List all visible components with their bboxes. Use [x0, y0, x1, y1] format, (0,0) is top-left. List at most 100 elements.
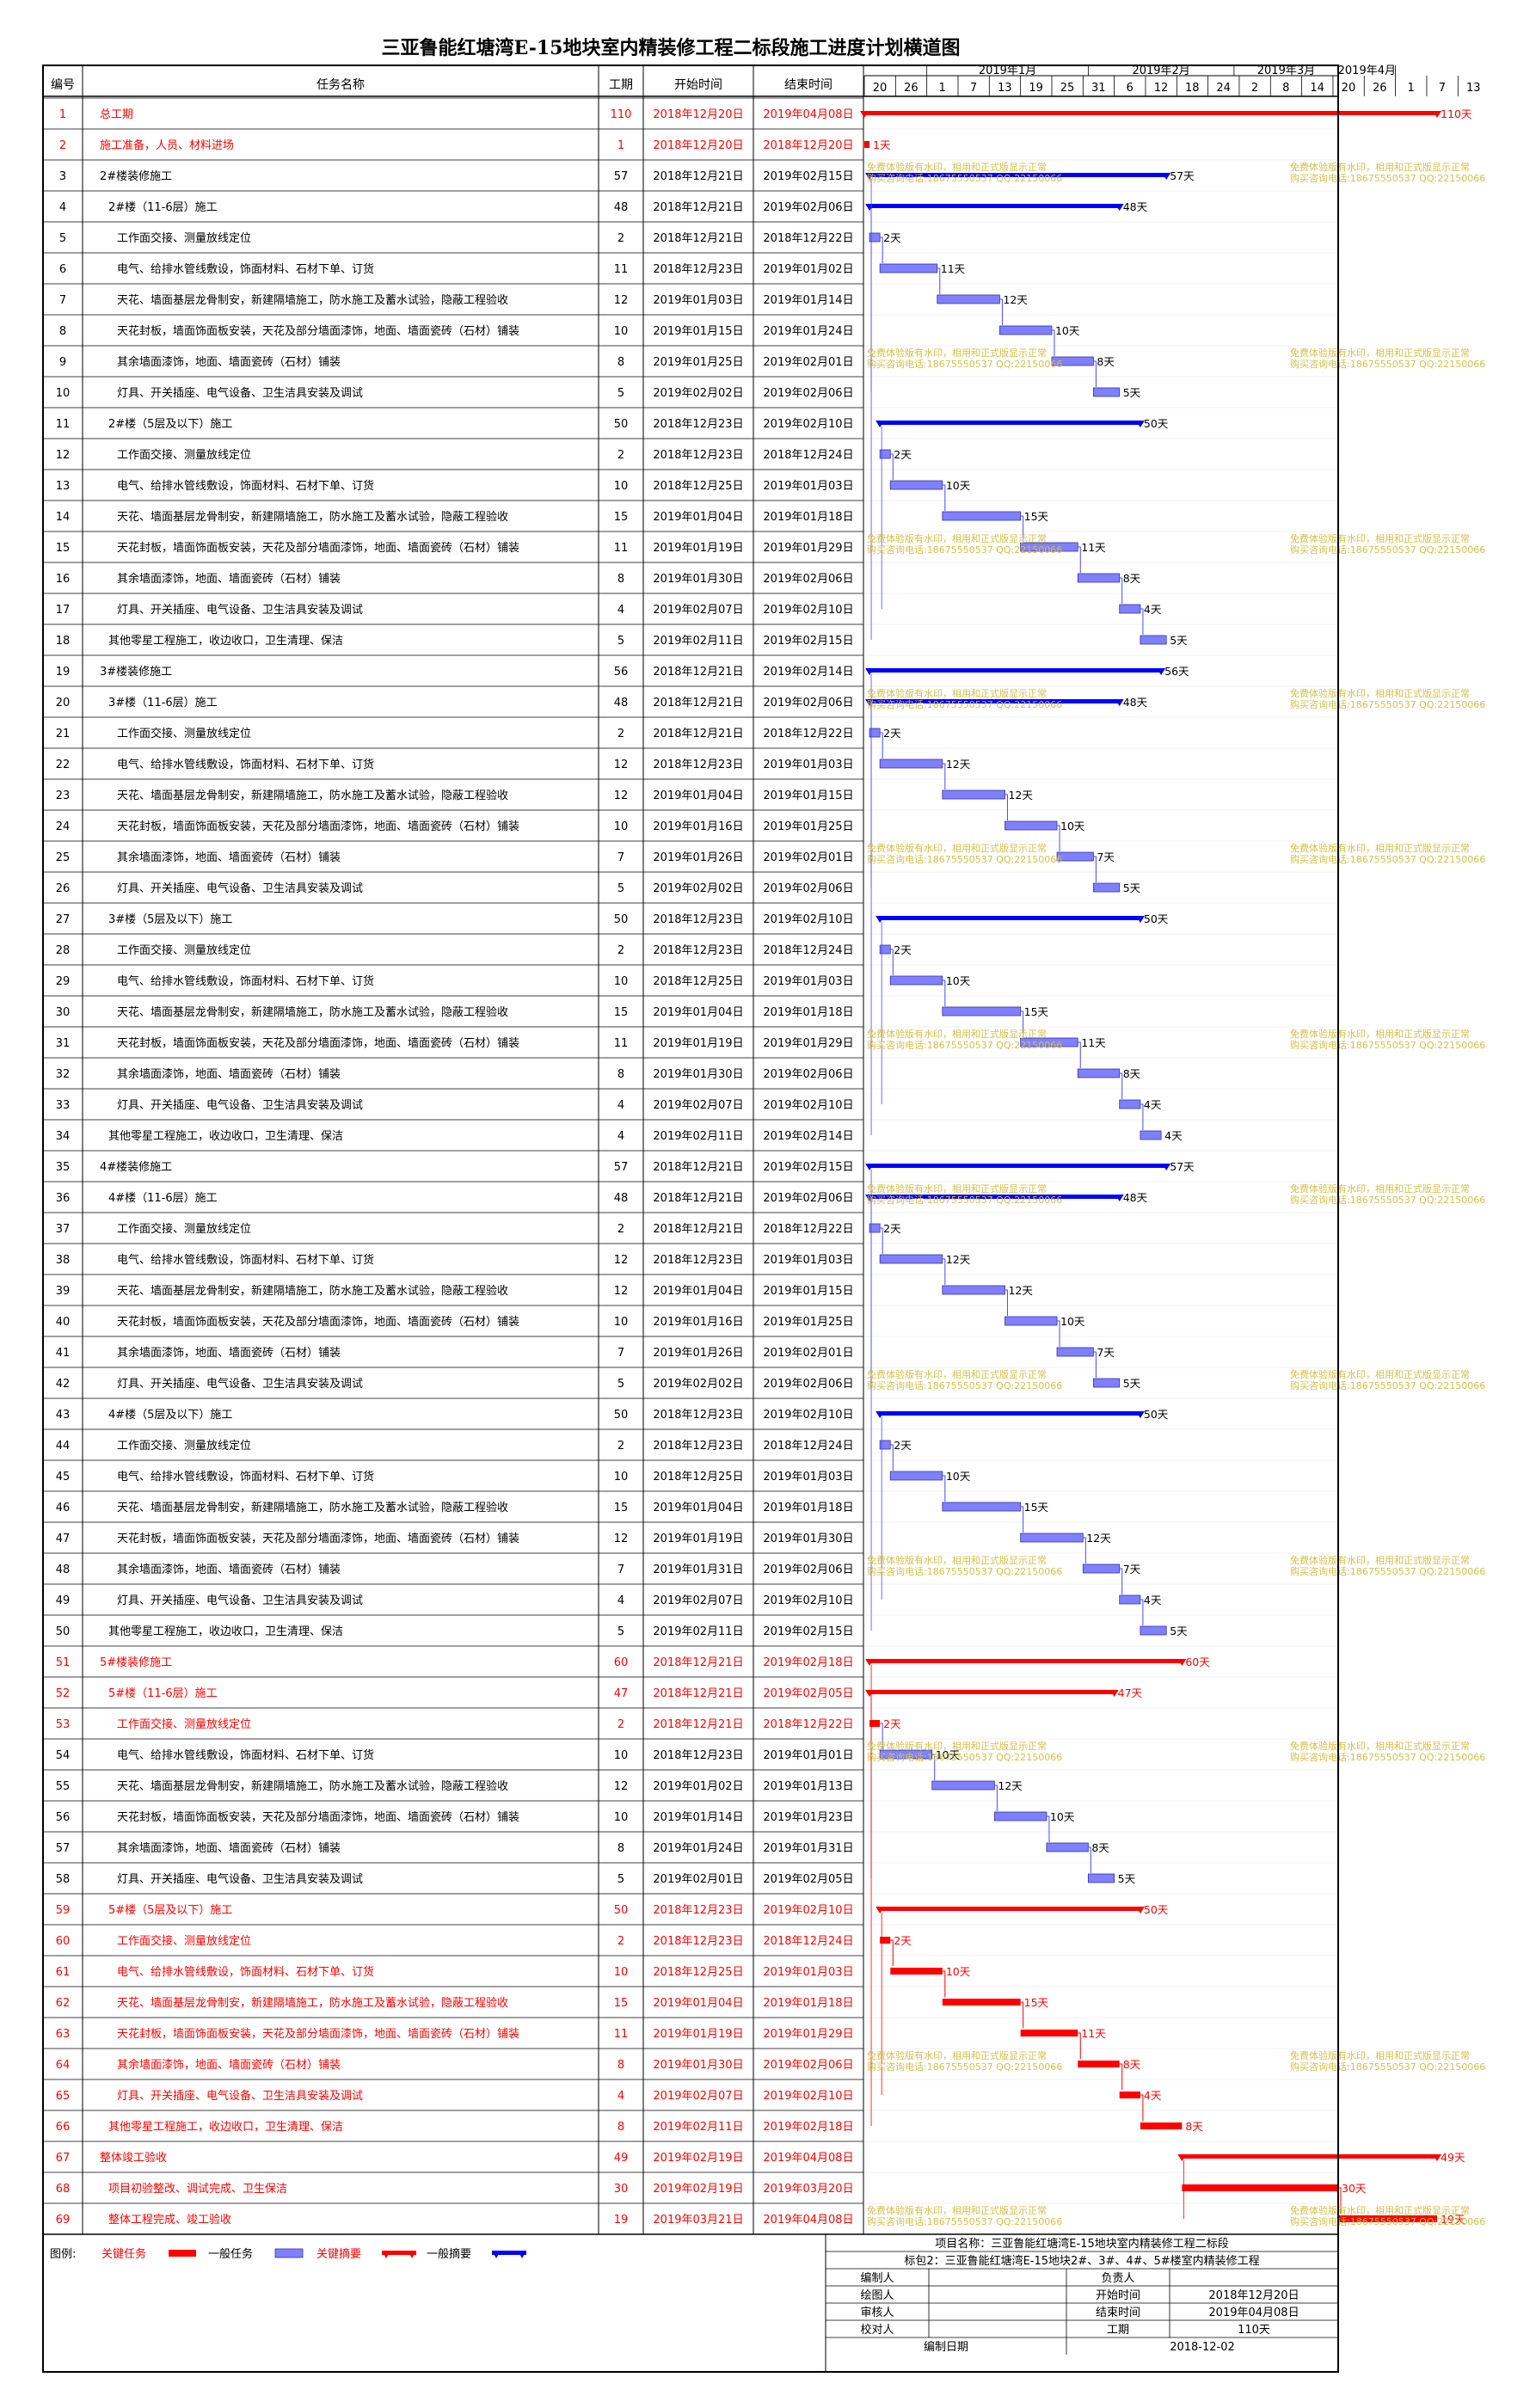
row-name: 工作面交接、测量放线定位	[117, 1222, 251, 1236]
gantt-summary-bar	[869, 668, 1162, 673]
row-name: 天花、墙面基层龙骨制安，新建隔墙施工，防水施工及蓄水试验，隐蔽工程验收	[117, 1996, 508, 2010]
gantt-task-bar	[1046, 1842, 1089, 1852]
dependency-link	[942, 484, 946, 511]
row-id: 68	[56, 2183, 71, 2196]
bar-duration-label: 5天	[1123, 882, 1141, 894]
timeline-tick-label: 25	[1060, 82, 1075, 95]
row-end: 2019年01月03日	[763, 975, 853, 988]
row-id: 26	[56, 882, 71, 895]
legend-key-summary-label: 关键摘要	[316, 2247, 361, 2261]
header-end: 结束时间	[784, 78, 833, 92]
row-id: 19	[56, 666, 71, 679]
row-start: 2019年01月02日	[653, 1780, 743, 1793]
row-name: 天花封板，墙面饰面板安装，天花及部分墙面漆饰，地面、墙面瓷砖（石材）铺装	[117, 820, 519, 833]
row-end: 2019年01月18日	[763, 1502, 853, 1514]
row-start: 2018年12月25日	[653, 480, 743, 493]
row-id: 36	[56, 1192, 71, 1205]
bar-duration-label: 5天	[1123, 386, 1141, 399]
row-end: 2019年01月13日	[763, 1780, 853, 1793]
watermark-text: 免费体验版有水印，相用和正式版显示正常	[867, 2049, 1047, 2061]
row-id: 1	[59, 108, 66, 121]
gantt-task-bar	[931, 1780, 995, 1791]
watermark-text: 免费体验版有水印，相用和正式版显示正常	[867, 1182, 1047, 1195]
legend-prefix: 图例:	[50, 2248, 76, 2261]
row-duration: 10	[614, 1811, 629, 1824]
bar-duration-label: 5天	[1170, 634, 1188, 647]
row-end: 2019年01月24日	[763, 325, 853, 338]
bar-duration-label: 11天	[1081, 1036, 1106, 1049]
bar-duration-label: 15天	[1024, 1005, 1049, 1018]
header-name: 任务名称	[316, 78, 365, 92]
row-end: 2019年02月15日	[763, 170, 853, 183]
info-project-line2: 标包2：三亚鲁能红塘湾E-15地块2#、3#、4#、5#楼室内精装修工程	[904, 2254, 1259, 2268]
row-duration: 2	[617, 232, 624, 245]
row-start: 2018年12月21日	[653, 1161, 743, 1174]
dependency-link	[994, 1784, 998, 1811]
bar-duration-label: 10天	[946, 1965, 971, 1978]
row-duration: 5	[617, 635, 624, 648]
row-end: 2019年02月10日	[763, 1409, 853, 1422]
gantt-key-task-bar	[1119, 2092, 1140, 2098]
row-name: 电气、给排水管线敷设，饰面材料、石材下单、订货	[117, 974, 374, 988]
row-end: 2019年02月10日	[763, 604, 853, 617]
watermark-text: 购买咨询电话:18675550537 QQ:22150066	[867, 853, 1062, 865]
row-end: 2019年01月15日	[763, 1285, 853, 1298]
watermark-text: 购买咨询电话:18675550537 QQ:22150066	[1290, 1751, 1485, 1763]
row-name: 灯具、开关插座、电气设备、卫生洁具安装及调试	[117, 2089, 363, 2103]
row-duration: 10	[614, 1966, 629, 1979]
row-start: 2019年01月24日	[653, 1842, 743, 1855]
row-name: 3#楼（5层及以下）施工	[108, 913, 232, 926]
row-duration: 10	[614, 975, 629, 988]
row-id: 62	[56, 1997, 71, 2010]
row-duration: 2	[617, 449, 624, 462]
row-end: 2019年02月05日	[763, 1873, 853, 1886]
row-duration: 8	[617, 2059, 624, 2072]
row-end: 2018年12月22日	[763, 728, 853, 740]
row-end: 2019年01月02日	[763, 263, 853, 276]
row-id: 38	[56, 1254, 71, 1267]
row-id: 32	[56, 1068, 71, 1081]
watermark-text: 免费体验版有水印，相用和正式版显示正常	[867, 1554, 1047, 1566]
row-duration: 4	[617, 2090, 624, 2103]
row-name: 其他零星工程施工，收边收口，卫生清理、保洁	[108, 2121, 343, 2134]
dependency-link	[999, 298, 1003, 325]
watermark-text: 免费体验版有水印，相用和正式版显示正常	[1290, 1740, 1470, 1752]
gantt-key-task-bar	[1020, 2030, 1078, 2036]
row-duration: 2	[617, 1440, 624, 1453]
row-duration: 10	[614, 820, 629, 833]
gantt-task-bar	[999, 325, 1053, 335]
row-duration: 7	[617, 1347, 624, 1360]
dependency-link	[1005, 794, 1008, 820]
bar-duration-label: 57天	[1170, 1160, 1195, 1173]
row-duration: 15	[614, 1502, 629, 1514]
row-duration: 4	[617, 1130, 624, 1143]
bar-duration-label: 1天	[873, 138, 891, 151]
row-id: 35	[56, 1161, 71, 1174]
row-start: 2019年01月26日	[653, 851, 743, 864]
row-name: 灯具、开关插座、电气设备、卫生洁具安装及调试	[117, 1594, 363, 1607]
gantt-summary-bar	[869, 204, 1120, 208]
row-id: 10	[56, 387, 71, 400]
bar-duration-label: 60天	[1185, 1656, 1210, 1668]
row-name: 其他零星工程施工，收边收口，卫生清理、保洁	[108, 1625, 343, 1638]
gantt-task-bar	[1082, 1563, 1121, 1574]
row-name: 2#楼（11-6层）施工	[108, 201, 218, 214]
bar-duration-label: 15天	[1024, 1501, 1049, 1514]
bar-duration-label: 2天	[883, 727, 901, 740]
gantt-key-task-bar	[1140, 2122, 1183, 2129]
row-name: 电气、给排水管线敷设，饰面材料、石材下单、订货	[117, 1253, 374, 1267]
info-label: 开始时间	[1096, 2289, 1140, 2302]
row-end: 2019年01月14日	[763, 294, 853, 307]
row-start: 2019年01月19日	[653, 2028, 743, 2041]
row-start: 2019年02月02日	[653, 1378, 743, 1391]
row-duration: 10	[614, 325, 629, 338]
row-duration: 12	[614, 789, 629, 802]
dependency-link	[890, 1939, 894, 1966]
row-start: 2018年12月23日	[653, 1254, 743, 1267]
row-id: 65	[56, 2090, 71, 2103]
row-start: 2019年01月04日	[653, 511, 743, 524]
dependency-link	[942, 763, 946, 789]
dependency-link	[890, 949, 894, 975]
bar-duration-label: 10天	[946, 974, 971, 987]
row-duration: 5	[617, 1625, 624, 1638]
